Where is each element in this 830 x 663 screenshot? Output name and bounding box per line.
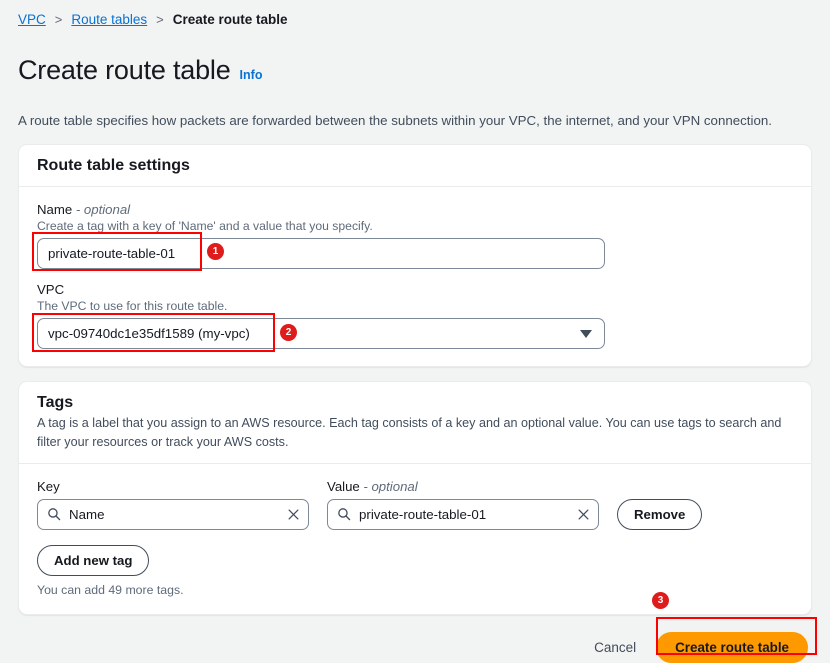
name-field-hint: Create a tag with a key of 'Name' and a …: [37, 219, 373, 234]
create-route-table-button[interactable]: Create route table: [656, 631, 808, 663]
create-route-table-page: VPC > Route tables > Create route table …: [0, 0, 830, 663]
tag-value-input[interactable]: private-route-table-01: [327, 498, 599, 530]
tags-card-title: Tags: [37, 394, 74, 412]
chevron-down-icon: [580, 329, 592, 338]
vpc-field-label: VPC: [37, 282, 65, 298]
tag-key-column: Key Name: [37, 479, 309, 530]
name-input[interactable]: private-route-table-01: [37, 238, 605, 270]
breadcrumb-separator-icon: >: [156, 12, 164, 27]
name-field-label: Name - optional: [37, 202, 793, 217]
breadcrumb-item-route-tables[interactable]: Route tables: [71, 12, 147, 27]
tags-remaining-note: You can add 49 more tags.: [37, 582, 184, 597]
remove-tag-button[interactable]: Remove: [617, 498, 703, 530]
name-field-group: Name - optional Create a tag with a key …: [37, 202, 793, 270]
form-footer: Cancel Create route table: [18, 631, 812, 663]
name-label-optional: - optional: [75, 202, 131, 218]
tag-key-label: Key: [37, 478, 60, 494]
vpc-field-group: VPC The VPC to use for this route table.…: [37, 282, 793, 350]
breadcrumb-item-create-route-table: Create route table: [172, 12, 288, 27]
tag-key-input[interactable]: Name: [37, 498, 309, 530]
tag-key-value: Name: [69, 506, 105, 522]
tag-value-label-optional: - optional: [363, 478, 418, 494]
name-label-text: Name: [37, 202, 73, 218]
tag-value-column: Value - optional private-route-table-01: [327, 479, 599, 530]
page-description: A route table specifies how packets are …: [18, 113, 772, 129]
tags-card-body: Key Name Value - optional private-route-…: [19, 464, 811, 614]
page-title: Create route table: [18, 55, 231, 86]
route-table-settings-title: Route table settings: [19, 145, 811, 188]
tags-card-description: A tag is a label that you assign to an A…: [19, 414, 811, 464]
info-link[interactable]: Info: [240, 68, 263, 82]
search-icon: [48, 508, 61, 521]
route-table-settings-body: Name - optional Create a tag with a key …: [19, 187, 811, 366]
tag-value-label: Value - optional: [327, 479, 599, 494]
vpc-select[interactable]: vpc-09740dc1e35df1589 (my-vpc): [37, 318, 605, 350]
search-icon: [338, 508, 351, 521]
breadcrumb: VPC > Route tables > Create route table: [18, 0, 812, 27]
tag-row: Key Name Value - optional private-route-…: [37, 479, 793, 530]
add-new-tag-button[interactable]: Add new tag: [37, 544, 150, 576]
vpc-select-value: vpc-09740dc1e35df1589 (my-vpc): [48, 326, 250, 342]
tag-value-value: private-route-table-01: [359, 506, 487, 522]
route-table-settings-card: Route table settings Name - optional Cre…: [18, 144, 812, 368]
tags-card: Tags A tag is a label that you assign to…: [18, 381, 812, 615]
tag-value-label-text: Value: [327, 478, 360, 494]
close-icon[interactable]: [577, 508, 590, 521]
name-input-value: private-route-table-01: [48, 246, 176, 262]
breadcrumb-item-vpc[interactable]: VPC: [18, 12, 46, 27]
vpc-field-hint: The VPC to use for this route table.: [37, 299, 228, 314]
cancel-button[interactable]: Cancel: [594, 640, 636, 655]
breadcrumb-separator-icon: >: [54, 12, 63, 27]
page-header: Create route table Info: [18, 37, 812, 104]
add-tag-wrapper: Add new tag: [37, 544, 793, 576]
close-icon[interactable]: [287, 508, 300, 521]
